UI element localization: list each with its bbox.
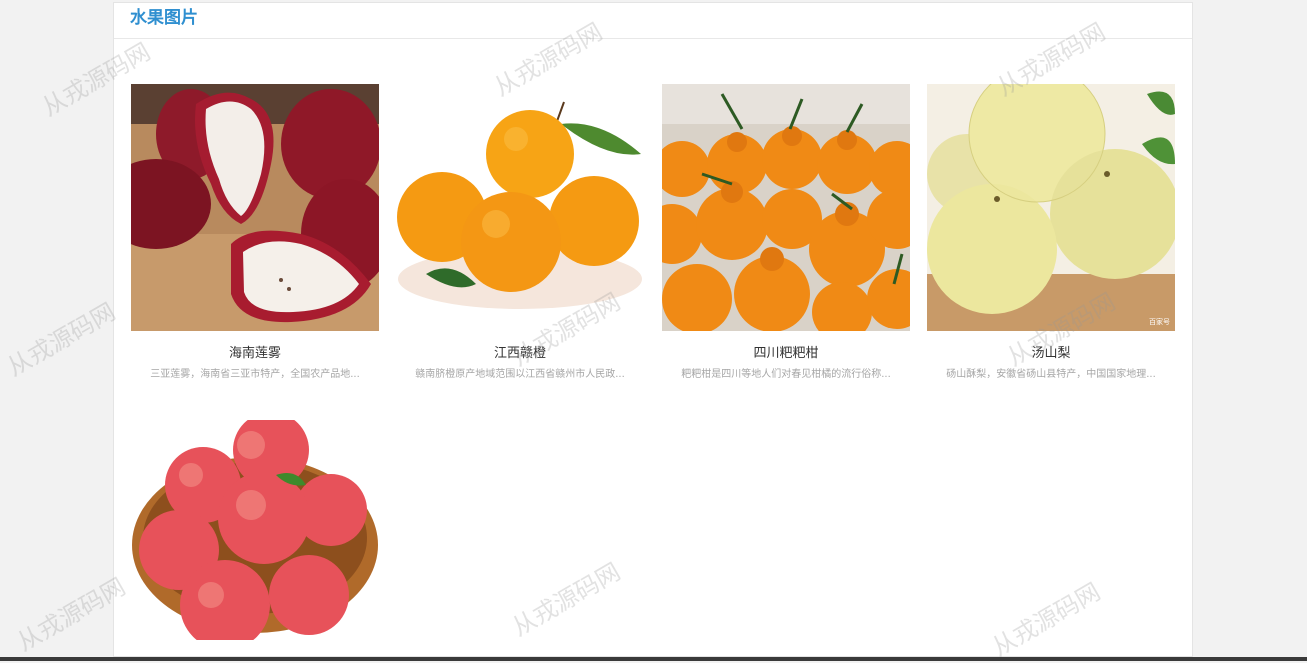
fruit-card-dekopon[interactable]: 四川粑粑柑 粑粑柑是四川等地人们对春见柑橘的流行俗称... [662,84,910,382]
card-title: 海南莲雾 [228,346,281,361]
card-desc: 赣南脐橙原产地域范围以江西省赣州市人民政... [415,369,625,380]
apple-basket-image[interactable] [131,420,379,640]
card-desc: 三亚莲雾，海南省三亚市特产，全国农产品地... [150,369,360,380]
card-title: 四川粑粑柑 [753,346,819,361]
navel-orange-image[interactable] [396,84,644,331]
fruit-card-apple[interactable] [131,420,379,640]
card-desc: 粑粑柑是四川等地人们对春见柑橘的流行俗称... [681,369,891,380]
card-title: 江西赣橙 [493,346,546,361]
wax-apple-image[interactable] [131,84,379,331]
panel-header: 水果图片 [114,3,1192,39]
image-watermark-text: 百家号 [1149,317,1170,326]
watermark: 从戎源码网 [2,297,121,382]
fruit-card-pear[interactable]: 百家号 汤山梨 砀山酥梨，安徽省砀山县特产，中国国家地理... [927,84,1175,382]
panel-title: 水果图片 [130,8,198,28]
fruit-card-wax-apple[interactable]: 海南莲雾 三亚莲雾，海南省三亚市特产，全国农产品地... [131,84,379,382]
card-desc: 砀山酥梨，安徽省砀山县特产，中国国家地理... [946,369,1156,380]
taskbar-strip [0,657,1307,661]
dekopon-image[interactable] [662,84,910,331]
pear-image[interactable]: 百家号 [927,84,1175,331]
fruit-card-navel-orange[interactable]: 江西赣橙 赣南脐橙原产地域范围以江西省赣州市人民政... [396,84,644,382]
card-title: 汤山梨 [1031,346,1071,361]
